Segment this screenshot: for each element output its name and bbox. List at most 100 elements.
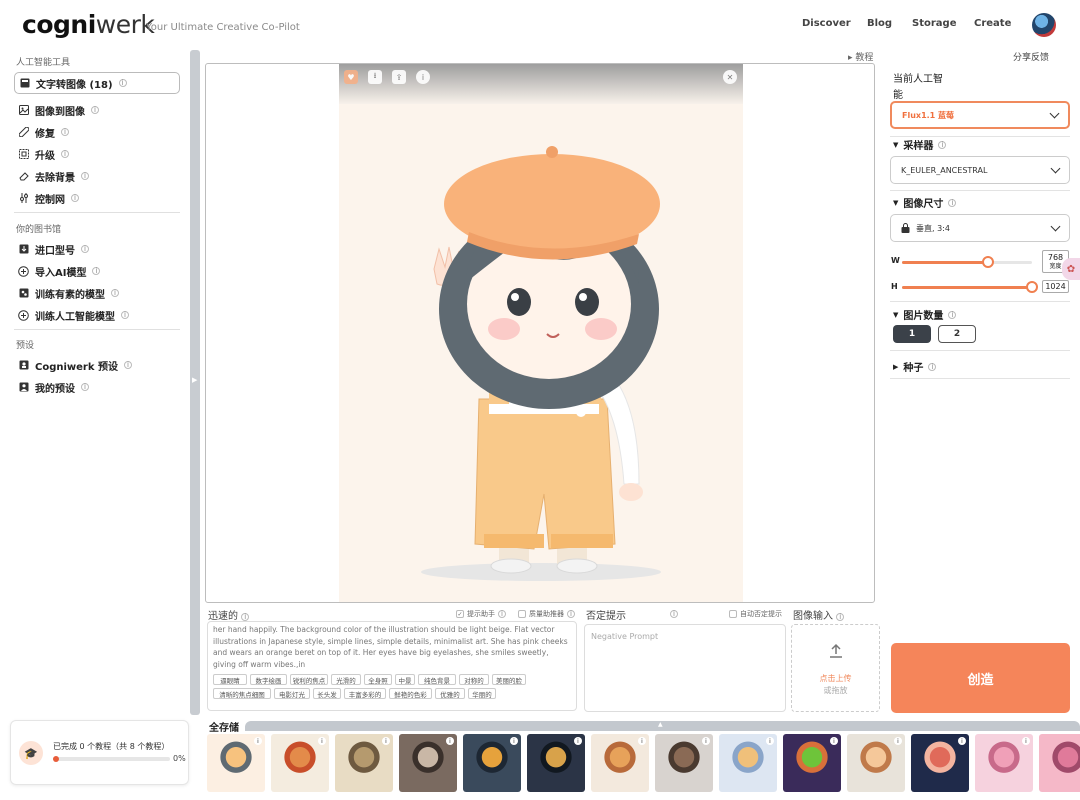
sidebar-item-remove-bg[interactable]: 去除背景 i xyxy=(14,165,180,187)
share-icon[interactable]: ⇪ xyxy=(392,70,406,84)
generated-image[interactable]: ♥ ⭳ ⇪ i ✕ xyxy=(339,64,743,602)
style-tag[interactable]: 鲜艳的色彩 xyxy=(389,688,432,699)
storage-thumbnail[interactable]: i xyxy=(399,734,457,792)
style-tag[interactable]: 数字绘画 xyxy=(250,674,287,685)
upload-label[interactable]: 点击上传 xyxy=(792,673,879,684)
info-icon[interactable]: i xyxy=(830,737,838,745)
logo[interactable]: cogniwerk xyxy=(22,10,155,39)
info-icon[interactable]: i xyxy=(71,194,79,202)
info-icon[interactable]: i xyxy=(928,362,937,371)
storage-thumbnail[interactable]: i xyxy=(655,734,713,792)
checkbox[interactable] xyxy=(729,610,737,618)
prompt-assist-toggle[interactable]: ✓ 提示助手 i xyxy=(456,609,506,619)
chevron-up-icon[interactable]: ▲ xyxy=(658,721,663,728)
sidebar-item-cogniwerk-presets[interactable]: Cogniwerk 预设 i xyxy=(14,354,180,376)
count-option-2[interactable]: 2 xyxy=(938,325,976,343)
storage-thumbnail[interactable]: i xyxy=(975,734,1033,792)
info-icon[interactable]: i xyxy=(111,289,119,297)
sidebar-item-my-presets[interactable]: 我的预设 i xyxy=(14,376,180,398)
storage-thumbnail[interactable]: i xyxy=(271,734,329,792)
image-upload-dropzone[interactable]: 点击上传 或拖放 xyxy=(791,624,880,712)
style-tag[interactable]: 清晰的焦点细图 xyxy=(213,688,271,699)
info-icon[interactable]: i xyxy=(416,70,430,84)
image-size-label[interactable]: ▼ 图像尺寸 i xyxy=(893,195,957,210)
info-icon[interactable]: i xyxy=(670,610,678,618)
info-icon[interactable]: i xyxy=(91,106,99,114)
negative-prompt-input[interactable]: Negative Prompt xyxy=(584,624,786,712)
prompt-input[interactable]: her hand happily. The background color o… xyxy=(207,621,577,711)
sidebar-item-upscale[interactable]: 升级 i xyxy=(14,143,180,165)
info-icon[interactable]: i xyxy=(118,79,127,87)
info-icon[interactable]: i xyxy=(61,128,69,136)
info-icon[interactable]: i xyxy=(498,610,506,618)
tutorial-progress-card[interactable]: 🎓 已完成 0 个教程（共 8 个教程） 0% xyxy=(10,720,189,785)
storage-thumbnail[interactable]: i xyxy=(783,734,841,792)
info-icon[interactable]: i xyxy=(124,361,132,369)
auto-negative-toggle[interactable]: 自动否定提示 xyxy=(729,609,782,619)
storage-thumbnail[interactable]: i xyxy=(847,734,905,792)
info-icon[interactable]: i xyxy=(382,737,390,745)
image-size-select[interactable]: 垂直, 3:4 xyxy=(890,214,1070,242)
storage-thumbnail[interactable]: i xyxy=(911,734,969,792)
sampler-select[interactable]: K_EULER_ANCESTRAL xyxy=(890,156,1070,184)
download-icon[interactable]: ⭳ xyxy=(368,70,382,84)
avatar[interactable] xyxy=(1032,13,1056,37)
sidebar-item-inpaint[interactable]: 修复 i xyxy=(14,121,180,143)
seed-label[interactable]: ▶ 种子 i xyxy=(893,359,937,374)
nav-blog[interactable]: Blog xyxy=(867,18,892,29)
height-slider[interactable] xyxy=(902,281,1038,293)
width-slider[interactable] xyxy=(902,256,1032,268)
style-tag[interactable]: 对称的 xyxy=(459,674,489,685)
style-tag[interactable]: 电影灯光 xyxy=(274,688,310,699)
info-icon[interactable]: i xyxy=(938,140,947,149)
height-slider-thumb[interactable] xyxy=(1026,281,1038,293)
sampler-label[interactable]: ▼ 采样器 i xyxy=(893,137,947,152)
storage-thumbnail[interactable]: i xyxy=(335,734,393,792)
style-tag[interactable]: 中景 xyxy=(395,674,415,685)
sidebar-item-trained-models[interactable]: 训练有素的模型 i xyxy=(14,282,180,304)
model-select[interactable]: Flux1.1 蓝莓 xyxy=(890,101,1070,129)
width-slider-thumb[interactable] xyxy=(981,256,994,268)
quality-booster-toggle[interactable]: 质量助推器 i xyxy=(518,609,575,619)
style-tag[interactable]: 美丽的脸 xyxy=(492,674,526,685)
style-tag[interactable]: 全身照 xyxy=(364,674,392,685)
sidebar-item-train-ai-model[interactable]: 训练人工智能模型 i xyxy=(14,304,180,326)
create-button[interactable]: 创造 xyxy=(891,643,1070,713)
info-icon[interactable]: i xyxy=(446,737,454,745)
style-tag[interactable]: 华丽的 xyxy=(468,688,496,699)
sidebar-item-controlnet[interactable]: 控制网 i xyxy=(14,187,180,209)
info-icon[interactable]: i xyxy=(81,172,89,180)
close-icon[interactable]: ✕ xyxy=(723,70,737,84)
feedback-link[interactable]: 分享反馈 xyxy=(1013,50,1049,63)
storage-thumbnail[interactable]: i xyxy=(719,734,777,792)
favorite-icon[interactable]: ♥ xyxy=(344,70,358,84)
style-tag[interactable]: 长头发 xyxy=(313,688,341,699)
info-icon[interactable]: i xyxy=(121,311,129,319)
checkbox[interactable] xyxy=(518,610,526,618)
info-icon[interactable]: i xyxy=(254,737,262,745)
info-icon[interactable]: i xyxy=(318,737,326,745)
nav-discover[interactable]: Discover xyxy=(802,18,851,29)
storage-thumbnail[interactable]: i xyxy=(463,734,521,792)
sidebar-item-text-to-image[interactable]: 文字转图像 (18) i xyxy=(14,72,180,94)
floating-helper-icon[interactable]: ✿ xyxy=(1062,258,1080,280)
info-icon[interactable]: i xyxy=(574,737,582,745)
sidebar-item-image-to-image[interactable]: 图像到图像 i xyxy=(14,99,180,121)
info-icon[interactable]: i xyxy=(81,245,89,253)
nav-storage[interactable]: Storage xyxy=(912,18,956,29)
info-icon[interactable]: i xyxy=(894,737,902,745)
style-tag[interactable]: 丰富多彩的 xyxy=(344,688,386,699)
image-count-label[interactable]: ▼ 图片数量 i xyxy=(893,307,957,322)
storage-thumbnail[interactable]: i xyxy=(527,734,585,792)
info-icon[interactable]: i xyxy=(241,613,250,621)
storage-thumbnail[interactable]: i xyxy=(591,734,649,792)
sidebar-item-import-ai-model[interactable]: 导入AI模型 i xyxy=(14,260,180,282)
storage-thumbnail[interactable]: i xyxy=(1039,734,1080,792)
height-input[interactable]: 1024 xyxy=(1042,280,1069,293)
storage-thumbnail[interactable]: i xyxy=(207,734,265,792)
count-option-1[interactable]: 1 xyxy=(893,325,931,343)
style-tag[interactable]: 优雅的 xyxy=(435,688,465,699)
info-icon[interactable]: i xyxy=(567,610,575,618)
style-tag[interactable]: 锐利的焦点 xyxy=(290,674,328,685)
prompt-text[interactable]: her hand happily. The background color o… xyxy=(213,624,573,670)
